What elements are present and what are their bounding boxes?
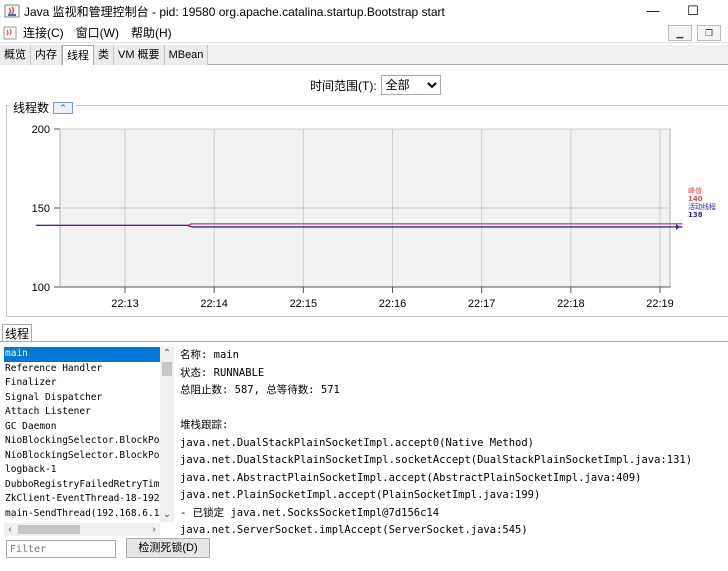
tab-vm-summary[interactable]: VM 概要	[114, 45, 165, 65]
thread-list-item[interactable]: main	[4, 347, 160, 362]
java-small-icon	[3, 26, 17, 39]
maximize-button[interactable]: ☐	[678, 2, 708, 20]
title-bar: Java 监视和管理控制台 - pid: 19580 org.apache.ca…	[0, 0, 728, 22]
threads-subtab[interactable]: 线程	[2, 324, 32, 342]
scroll-thumb[interactable]	[162, 362, 172, 376]
thread-list[interactable]: main Reference Handler Finalizer Signal Dis…	[4, 347, 160, 524]
y-tick-label: 100	[32, 282, 50, 294]
tab-overview[interactable]: 概览	[0, 45, 31, 65]
hscroll-thumb[interactable]	[18, 525, 80, 534]
thread-list-item[interactable]: main-SendThread(192.168.6.118:	[4, 507, 160, 522]
thread-list-item[interactable]: Signal Dispatcher	[4, 391, 160, 406]
tab-classes[interactable]: 类	[94, 45, 114, 65]
scroll-down-icon[interactable]: ⌄	[160, 508, 174, 522]
x-tick-label: 22:15	[290, 298, 318, 310]
chart-section-header: 线程数 ⌃	[10, 99, 77, 116]
scroll-up-icon[interactable]: ⌃	[160, 347, 174, 361]
tab-memory[interactable]: 内存	[31, 45, 62, 65]
thread-count-chart: 200 150 100 22:13 22:14 22:15 22:16 22:17 22:18 2…	[32, 124, 716, 310]
legend-label: 活动线程	[688, 202, 716, 211]
legend-value: 138	[688, 211, 703, 219]
collapse-icon[interactable]: ⌃	[53, 101, 74, 114]
tab-mbean[interactable]: MBean	[164, 45, 209, 65]
thread-detail-text: 名称: main 状态: RUNNABLE 总阻止数: 587, 总等待数: 571…	[180, 347, 728, 537]
x-tick-label: 22:19	[646, 298, 674, 310]
scroll-left-icon[interactable]: ‹	[4, 523, 16, 536]
thread-detail-line: - 已锁定 java.net.SocksSocketImpl@7d156c14	[180, 506, 440, 519]
tab-strip: 概览 内存 线程 类 VM 概要 MBean	[0, 45, 728, 66]
thread-list-item[interactable]: Attach Listener	[4, 405, 160, 420]
filter-input[interactable]	[6, 540, 116, 558]
thread-detail-line: 名称: main	[180, 349, 239, 361]
java-app-icon	[4, 4, 20, 18]
thread-detail-line: java.net.DualStackPlainSocketImpl.accept…	[180, 436, 535, 449]
thread-list-item[interactable]: logback-1	[4, 463, 160, 478]
thread-detail-line	[180, 400, 728, 418]
x-tick-label: 22:14	[200, 298, 228, 310]
legend-value: 140	[688, 195, 703, 203]
x-tick-label: 22:17	[468, 298, 496, 310]
series-end-marker	[676, 223, 680, 230]
thread-detail-line: java.net.ServerSocket.implAccept(ServerS…	[180, 524, 528, 536]
threads-panel: 时间范围(T): 全部 线程数 ⌃ 200 150 100 22:13 22:14 22:…	[0, 65, 728, 571]
x-tick-label: 22:18	[557, 298, 585, 310]
inner-minimize-button[interactable]: ▁	[668, 25, 692, 41]
thread-detail-line: java.net.PlainSocketImpl.accept(PlainSoc…	[180, 489, 541, 501]
minimize-button[interactable]: —	[638, 2, 668, 20]
thread-details-area: main Reference Handler Finalizer Signal Dis…	[0, 341, 728, 571]
thread-list-item[interactable]: NioBlockingSelector.BlockPolle	[4, 449, 160, 464]
x-tick-label: 22:13	[111, 298, 139, 310]
thread-list-horizontal-scrollbar[interactable]: ‹ ›	[4, 523, 160, 536]
time-range-label: 时间范围(T):	[310, 78, 377, 93]
menu-bar: 连接(C) 窗口(W) 帮助(H) ▁ ❐	[0, 23, 728, 43]
chart-section-label: 线程数	[13, 101, 50, 115]
thread-detail-line: java.net.AbstractPlainSocketImpl.accept(…	[180, 471, 642, 484]
thread-list-item[interactable]: Finalizer	[4, 376, 160, 391]
thread-detail-line: java.net.DualStackPlainSocketImpl.socket…	[180, 454, 693, 466]
window-title: Java 监视和管理控制台 - pid: 19580 org.apache.ca…	[24, 4, 445, 19]
scroll-right-icon[interactable]: ›	[148, 523, 160, 536]
thread-list-item[interactable]: Reference Handler	[4, 362, 160, 377]
thread-detail-line: 状态: RUNNABLE	[180, 366, 265, 379]
legend-label: 峰值	[688, 186, 702, 195]
thread-detail-line: 堆栈跟踪:	[180, 419, 229, 431]
thread-list-item[interactable]: NioBlockingSelector.BlockPolle	[4, 434, 160, 449]
thread-detail-line: 总阻止数: 587, 总等待数: 571	[180, 384, 340, 396]
y-tick-label: 200	[32, 124, 50, 136]
detect-deadlock-button[interactable]: 检测死锁(D)	[126, 538, 210, 558]
time-range-control: 时间范围(T): 全部	[310, 75, 441, 95]
menu-help[interactable]: 帮助(H)	[125, 24, 178, 41]
thread-list-item[interactable]: ZkClient-EventThread-18-192.16	[4, 492, 160, 507]
x-tick-label: 22:16	[379, 298, 407, 310]
tab-threads[interactable]: 线程	[62, 45, 94, 66]
thread-list-item[interactable]: GC Daemon	[4, 420, 160, 435]
y-tick-label: 150	[32, 203, 50, 215]
thread-list-item[interactable]: DubboRegistryFailedRetryTimer-	[4, 478, 160, 493]
menu-connect[interactable]: 连接(C)	[17, 24, 70, 41]
inner-restore-button[interactable]: ❐	[697, 25, 721, 41]
menu-window[interactable]: 窗口(W)	[70, 24, 125, 41]
thread-list-vertical-scrollbar[interactable]: ⌃ ⌄	[160, 347, 174, 522]
time-range-select[interactable]: 全部	[380, 75, 441, 95]
